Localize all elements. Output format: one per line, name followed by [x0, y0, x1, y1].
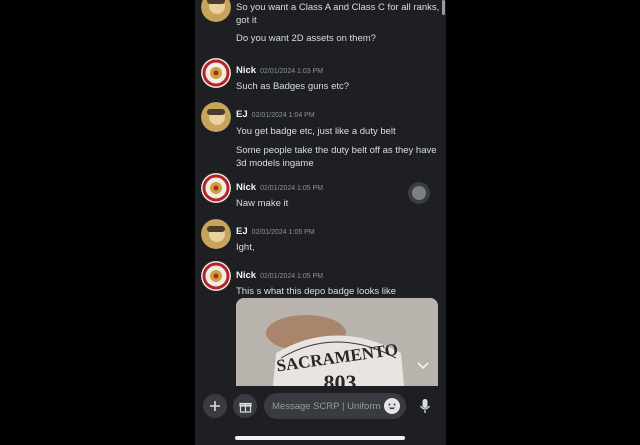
add-attachment-button[interactable]	[203, 394, 227, 418]
timestamp: 02/01/2024 1:05 PM	[251, 229, 315, 236]
message-text: This s what this depo badge looks like	[236, 286, 397, 297]
message-list[interactable]: So you want a Class A and Class C for al…	[195, 0, 446, 386]
floating-assistive-button[interactable]	[408, 182, 430, 204]
author-name[interactable]: EJ	[236, 109, 248, 120]
gift-button[interactable]	[233, 394, 257, 418]
emoji-icon[interactable]	[384, 398, 400, 414]
message-text: Do you want 2D assets on them?	[236, 33, 376, 44]
gift-icon	[238, 402, 252, 413]
message-text: Some people take the duty belt off as th…	[236, 145, 437, 169]
author-name[interactable]: EJ	[236, 226, 248, 237]
author-name[interactable]: Nick	[236, 270, 256, 281]
message-text: Ight,	[236, 242, 255, 253]
message-text: You get badge etc, just like a duty belt	[236, 126, 396, 137]
discord-chat-screen: So you want a Class A and Class C for al…	[195, 0, 446, 445]
avatar-nick[interactable]	[201, 173, 231, 203]
avatar-ej[interactable]	[201, 0, 231, 22]
avatar-nick[interactable]	[201, 58, 231, 88]
scrollbar[interactable]	[442, 0, 445, 15]
badge-image-attachment[interactable]: SACRAMENTO 803	[236, 298, 438, 386]
avatar-ej[interactable]	[201, 102, 231, 132]
badge-number-text: 803	[324, 370, 357, 386]
message-text: So you want a Class A and Class C for al…	[236, 2, 440, 26]
timestamp: 02/01/2024 1:05 PM	[260, 185, 324, 192]
plus-icon	[210, 401, 220, 411]
author-name[interactable]: Nick	[236, 182, 256, 193]
avatar-ej[interactable]	[201, 219, 231, 249]
message-text: Such as Badges guns etc?	[236, 81, 350, 92]
microphone-icon	[419, 399, 431, 413]
avatar-nick[interactable]	[201, 261, 231, 291]
timestamp: 02/01/2024 1:05 PM	[260, 273, 324, 280]
microphone-button[interactable]	[415, 396, 435, 416]
message-composer-bar	[195, 386, 446, 445]
timestamp: 02/01/2024 1:03 PM	[260, 68, 324, 75]
message-input[interactable]	[272, 398, 382, 414]
chevron-down-icon[interactable]	[417, 359, 429, 373]
message-input-container[interactable]	[264, 393, 406, 419]
timestamp: 02/01/2024 1:04 PM	[251, 112, 315, 119]
author-name[interactable]: Nick	[236, 65, 256, 76]
home-indicator[interactable]	[235, 436, 405, 440]
